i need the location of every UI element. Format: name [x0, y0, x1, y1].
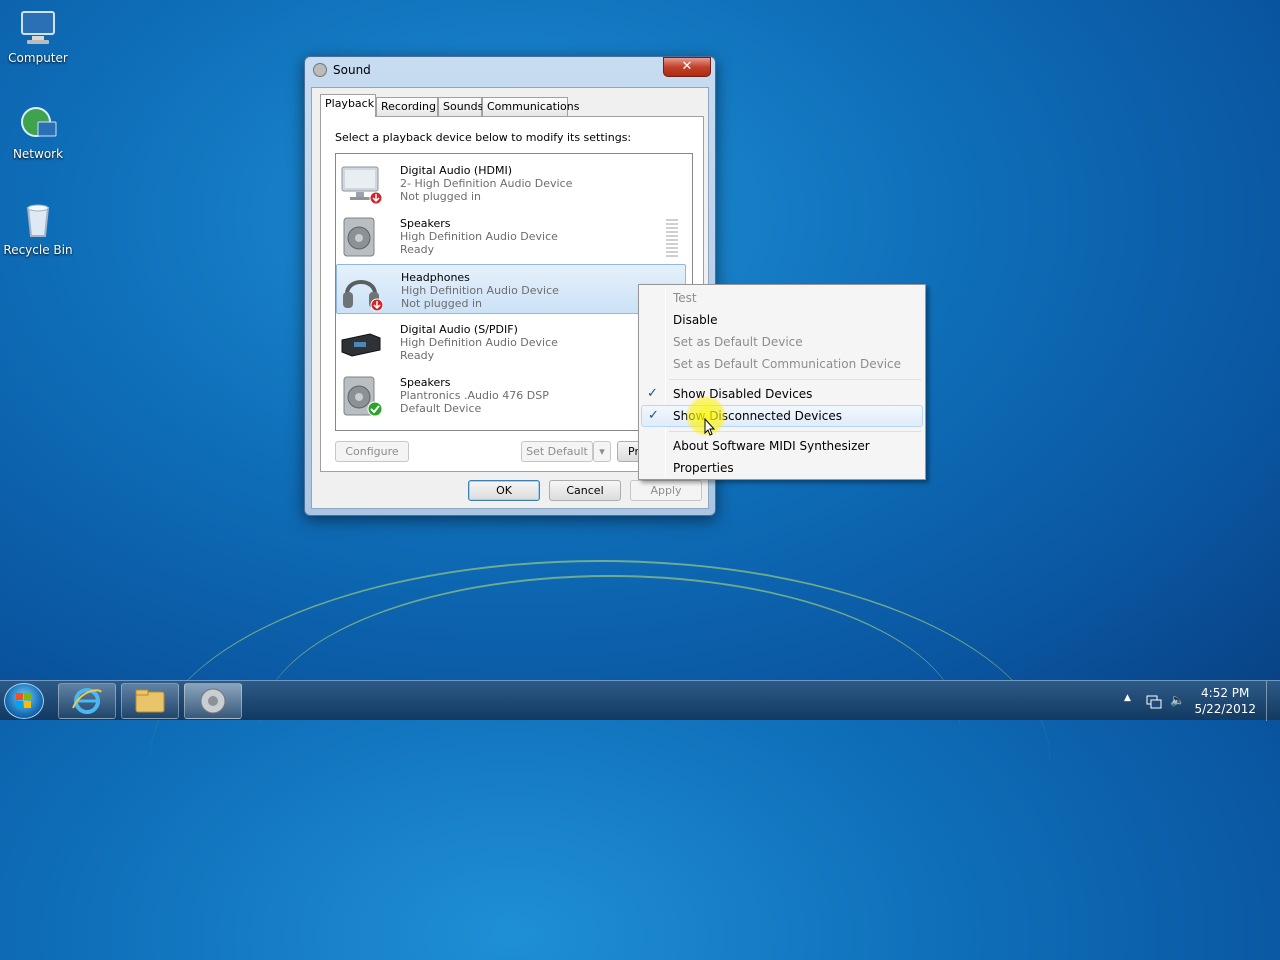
device-item[interactable]: Speakers High Definition Audio Device Re…: [336, 211, 686, 261]
device-item[interactable]: Digital Audio (S/PDIF) High Definition A…: [336, 317, 686, 367]
device-item[interactable]: Speakers Plantronics .Audio 476 DSP Defa…: [336, 370, 686, 420]
cancel-button[interactable]: Cancel: [549, 480, 621, 501]
speaker-icon: [340, 375, 383, 417]
tab-recording[interactable]: Recording: [376, 97, 438, 116]
speaker-icon: [340, 216, 382, 258]
set-default-dropdown[interactable]: ▾: [593, 441, 611, 462]
tab-playback[interactable]: Playback: [320, 94, 376, 117]
volume-level-meter: [666, 219, 678, 259]
show-hidden-icons-arrow[interactable]: ▲: [1124, 693, 1131, 703]
apply-button[interactable]: Apply: [630, 480, 702, 501]
menu-item-label: Set as Default Device: [673, 335, 803, 349]
menu-item-label: Set as Default Communication Device: [673, 357, 902, 371]
configure-button[interactable]: Configure: [335, 441, 409, 462]
set-default-button[interactable]: Set Default: [521, 441, 593, 462]
device-name: Speakers: [400, 217, 451, 230]
wallpaper-swoosh: [260, 575, 960, 875]
speaker-icon: [200, 688, 226, 714]
computer-icon: [18, 8, 58, 48]
menu-item-set-default-communication-device[interactable]: Set as Default Communication Device: [641, 353, 923, 375]
menu-item-set-default-device[interactable]: Set as Default Device: [641, 331, 923, 353]
volume-tray-icon[interactable]: 🔈: [1170, 693, 1185, 707]
desktop-icon-recycle-bin[interactable]: Recycle Bin: [0, 200, 76, 257]
device-driver: High Definition Audio Device: [400, 230, 558, 243]
device-status: Not plugged in: [400, 190, 482, 203]
device-name: Speakers: [400, 376, 451, 389]
folder-icon: [135, 689, 165, 713]
menu-item-disable[interactable]: Disable: [641, 309, 923, 331]
internet-explorer-icon: [72, 688, 102, 714]
menu-item-label: About Software MIDI Synthesizer: [673, 439, 870, 453]
device-status: Ready: [400, 243, 435, 256]
ok-button[interactable]: OK: [468, 480, 540, 501]
device-name: Digital Audio (HDMI): [400, 164, 512, 177]
context-menu: Test Disable Set as Default Device Set a…: [638, 284, 926, 480]
menu-item-label: Disable: [673, 313, 718, 327]
device-driver: 2- High Definition Audio Device: [400, 177, 573, 190]
recycle-bin-icon: [18, 200, 58, 240]
network-tray-icon[interactable]: [1146, 693, 1162, 712]
checkmark-icon: ✓: [648, 408, 659, 423]
receiver-icon: [340, 322, 382, 364]
headphones-icon: [341, 270, 384, 312]
menu-item-label: Test: [673, 291, 697, 305]
taskbar-internet-explorer[interactable]: [58, 683, 116, 719]
tab-sounds[interactable]: Sounds: [438, 97, 483, 116]
clock-date: 5/22/2012: [1194, 702, 1256, 716]
windows-logo-icon: [16, 693, 31, 708]
network-icon: [18, 104, 58, 144]
show-desktop-button[interactable]: [1266, 681, 1280, 721]
system-clock[interactable]: 4:52 PM 5/22/2012: [1194, 685, 1256, 717]
device-name: Digital Audio (S/PDIF): [400, 323, 518, 336]
device-status: Ready: [400, 349, 435, 362]
device-status: Default Device: [400, 402, 482, 415]
desktop-icon-network[interactable]: Network: [0, 104, 76, 161]
chevron-down-icon: ▾: [599, 445, 605, 458]
close-button[interactable]: ✕: [663, 57, 711, 77]
desktop-icon-label: Recycle Bin: [3, 243, 73, 257]
taskbar-sound-dialog[interactable]: [184, 683, 242, 719]
desktop-icon-computer[interactable]: Computer: [0, 8, 76, 65]
desktop-icon-label: Computer: [8, 51, 68, 65]
device-driver: High Definition Audio Device: [400, 336, 558, 349]
desktop-icon-label: Network: [12, 147, 64, 161]
menu-item-show-disabled-devices[interactable]: ✓ Show Disabled Devices: [641, 383, 923, 405]
taskbar-windows-explorer[interactable]: [121, 683, 179, 719]
menu-item-properties[interactable]: Properties: [641, 457, 923, 479]
instruction-text: Select a playback device below to modify…: [335, 131, 632, 144]
menu-item-about-midi[interactable]: About Software MIDI Synthesizer: [641, 435, 923, 457]
window-title: Sound: [333, 63, 371, 77]
start-button[interactable]: [4, 683, 44, 719]
menu-separator: [669, 379, 921, 380]
device-name: Headphones: [401, 271, 470, 284]
mouse-cursor-icon: [704, 417, 716, 436]
monitor-icon: [340, 163, 383, 205]
tab-communications[interactable]: Communications: [482, 97, 579, 116]
device-driver: Plantronics .Audio 476 DSP: [400, 389, 549, 402]
menu-item-show-disconnected-devices[interactable]: ✓ Show Disconnected Devices: [641, 405, 923, 427]
sound-window-icon: [313, 63, 327, 77]
checkmark-icon: ✓: [647, 386, 658, 401]
clock-time: 4:52 PM: [1201, 686, 1250, 700]
device-item-selected[interactable]: Headphones High Definition Audio Device …: [336, 264, 686, 314]
menu-item-label: Properties: [673, 461, 734, 475]
device-item[interactable]: Digital Audio (HDMI) 2- High Definition …: [336, 158, 686, 208]
device-driver: High Definition Audio Device: [401, 284, 559, 297]
taskbar: ▲ 🔈 4:52 PM 5/22/2012: [0, 680, 1280, 721]
menu-item-test[interactable]: Test: [641, 287, 923, 309]
device-status: Not plugged in: [401, 297, 483, 310]
